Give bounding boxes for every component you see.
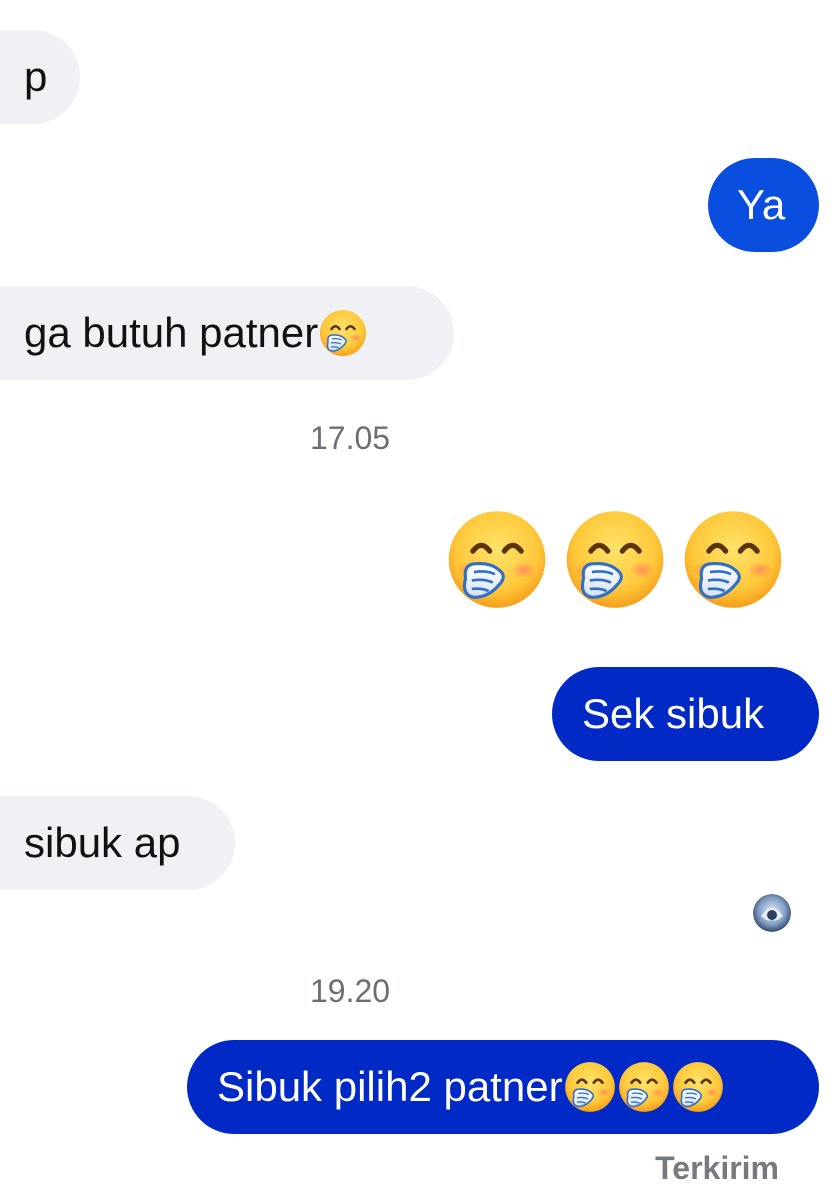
message-text: p	[24, 53, 48, 100]
message-text: Sek sibuk	[582, 690, 765, 737]
hand-over-mouth-emoji	[443, 507, 551, 612]
hand-over-mouth-emoji	[563, 1060, 617, 1114]
delivery-status: Terkirim	[655, 1150, 779, 1186]
hand-over-mouth-emoji	[561, 507, 669, 612]
message-text: Ya	[737, 181, 786, 228]
emoji-only-message[interactable]	[443, 507, 788, 612]
timestamp: 17.05	[310, 420, 391, 456]
message-text: Sibuk pilih2 patner	[217, 1063, 563, 1110]
hand-over-mouth-emoji	[679, 507, 787, 612]
message-bubble-outgoing-3[interactable]: Sibuk pilih2 patner	[187, 1040, 819, 1134]
read-receipt-avatar	[753, 894, 791, 932]
timestamp: 19.20	[310, 973, 391, 1009]
message-text: ga butuh patner	[24, 309, 319, 356]
message-bubble-outgoing-1[interactable]: Ya	[708, 158, 819, 252]
hand-over-mouth-emoji	[617, 1060, 671, 1114]
message-bubble-incoming-3[interactable]: sibuk ap	[0, 796, 235, 890]
message-bubble-outgoing-2[interactable]: Sek sibuk	[552, 667, 819, 761]
hand-over-mouth-emoji	[671, 1060, 725, 1114]
message-text: sibuk ap	[24, 819, 181, 866]
hand-over-mouth-emoji	[318, 308, 368, 358]
message-bubble-incoming-2[interactable]: ga butuh patner	[0, 286, 454, 380]
message-bubble-incoming-1[interactable]: p	[0, 30, 80, 124]
